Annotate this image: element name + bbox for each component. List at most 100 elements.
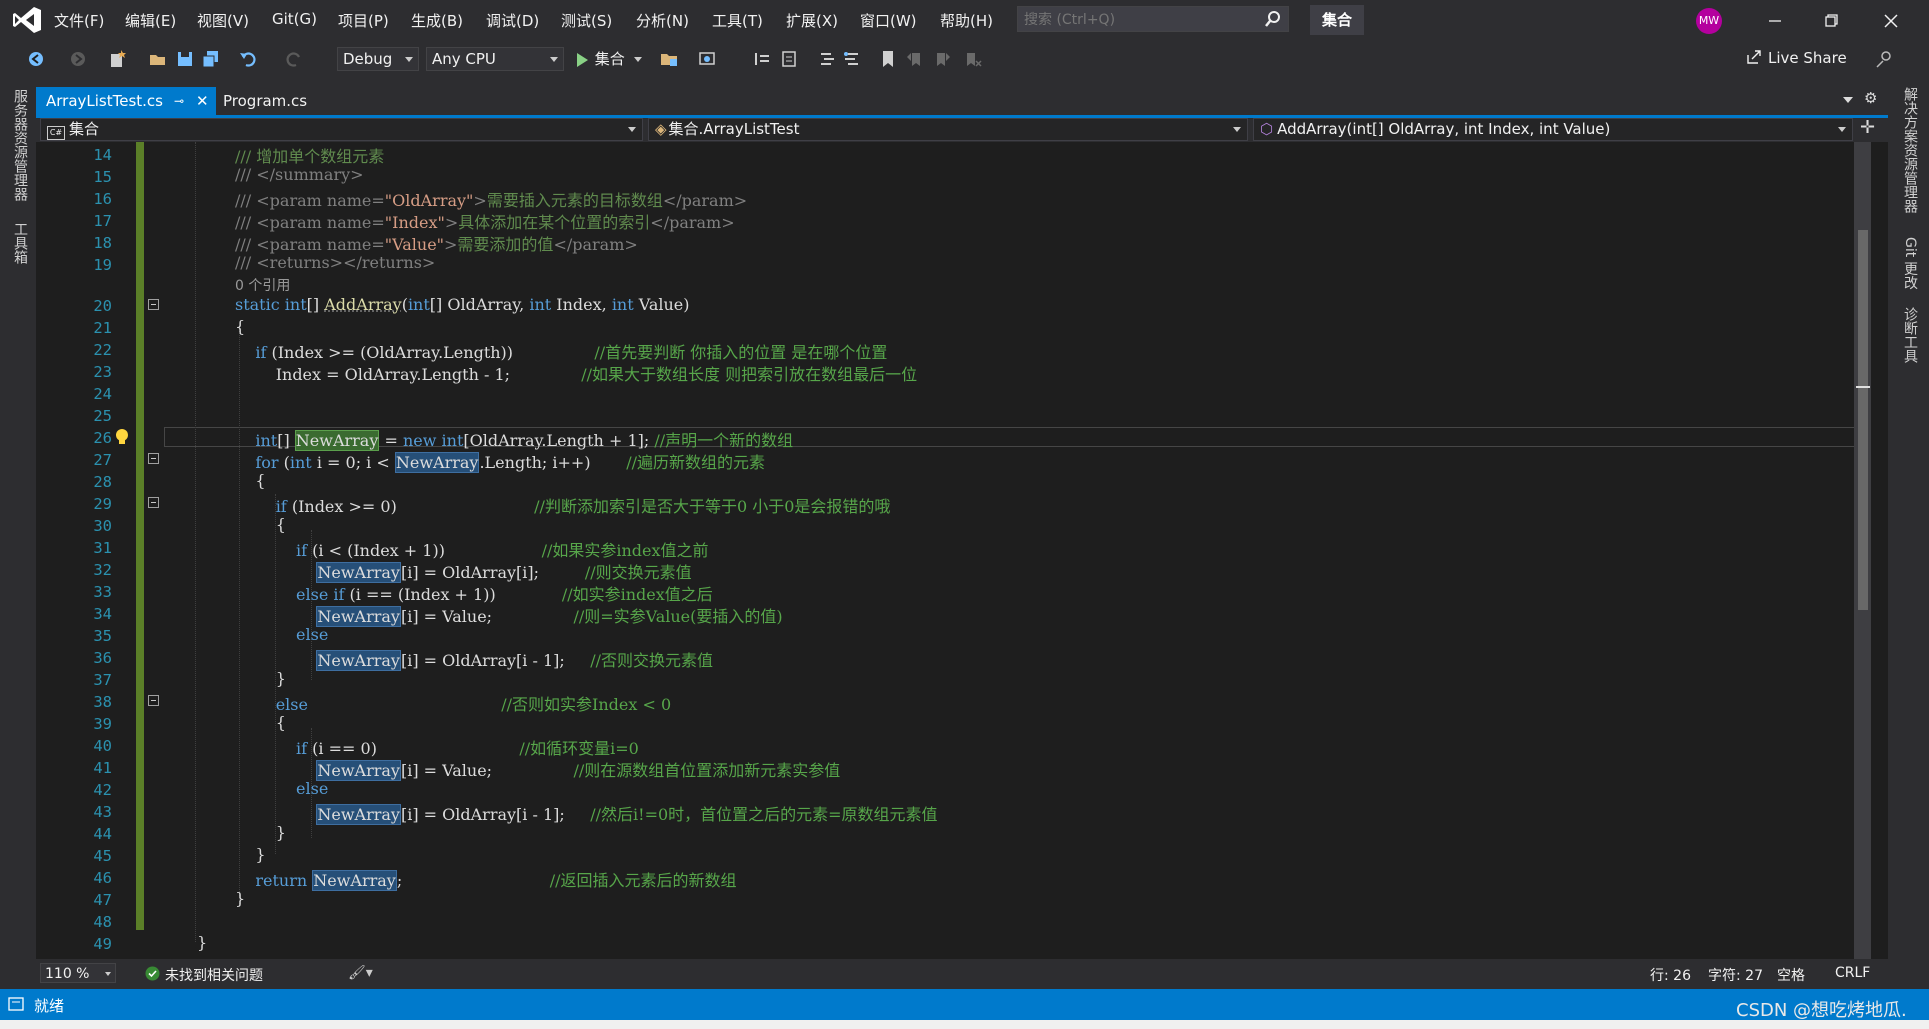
code-line-42: else <box>296 779 329 798</box>
line-number: 45 <box>93 847 112 865</box>
codelens-references[interactable]: 0 个引用 <box>235 275 290 295</box>
issues-status[interactable]: 未找到相关问题 <box>165 965 263 985</box>
code-line-32: NewArray[i] = OldArray[i]; //则交换元素值 <box>316 562 692 583</box>
git-changes-tab[interactable]: Git 更改 <box>1900 237 1920 290</box>
clear-bookmarks-icon[interactable] <box>962 49 982 69</box>
menu-project[interactable]: 项目(P) <box>338 10 389 31</box>
char-indicator[interactable]: 字符: 27 <box>1708 965 1763 985</box>
tab-program[interactable]: Program.cs <box>216 87 323 115</box>
visual-studio-logo-icon[interactable] <box>12 6 42 34</box>
start-debugging-button[interactable]: 集合 <box>574 47 642 71</box>
line-ending-indicator[interactable]: CRLF <box>1835 965 1870 981</box>
live-share-button[interactable]: Live Share <box>1746 49 1847 67</box>
collapse-region-icon[interactable] <box>148 299 159 310</box>
menu-git[interactable]: Git(G) <box>272 10 317 28</box>
collapse-region-icon[interactable] <box>148 695 159 706</box>
zoom-dropdown[interactable]: 110 % <box>40 963 116 983</box>
previous-bookmark-icon[interactable] <box>905 49 925 69</box>
zoom-value: 110 % <box>45 966 90 982</box>
tab-arraylisttest[interactable]: ArrayListTest.cs ⊸ ✕ <box>36 87 216 115</box>
screen-bottom-edge <box>0 1020 1929 1029</box>
minimize-icon[interactable] <box>1747 0 1803 41</box>
line-number: 17 <box>93 212 112 230</box>
play-icon <box>577 52 588 67</box>
line-indicator[interactable]: 行: 26 <box>1650 965 1691 985</box>
menu-help[interactable]: 帮助(H) <box>940 10 993 31</box>
no-issues-check-icon <box>145 966 160 981</box>
menu-build[interactable]: 生成(B) <box>411 10 463 31</box>
menu-tools[interactable]: 工具(T) <box>712 10 763 31</box>
close-icon[interactable] <box>1863 0 1919 41</box>
browser-link-icon[interactable] <box>697 49 717 69</box>
settings-gear-icon[interactable]: ⚙ <box>1864 89 1877 107</box>
menu-extensions[interactable]: 扩展(X) <box>786 10 838 31</box>
code-line-22: if (Index >= (OldArray.Length)) //首先要判断 … <box>255 343 888 362</box>
undo-icon[interactable] <box>238 49 258 69</box>
project-dropdown[interactable]: C# 集合 <box>40 118 643 141</box>
bookmark-icon[interactable] <box>878 49 898 69</box>
redo-icon[interactable] <box>284 49 304 69</box>
menu-view[interactable]: 视图(V) <box>197 10 249 31</box>
search-icon[interactable] <box>1264 10 1282 28</box>
line-number: 32 <box>93 561 112 579</box>
menu-debug[interactable]: 调试(D) <box>486 10 539 31</box>
solution-explorer-folder-icon[interactable] <box>659 49 679 69</box>
server-explorer-tab[interactable]: 服务器资源管理器 <box>10 89 30 201</box>
navigate-forward-icon[interactable] <box>68 49 88 69</box>
status-bar: 就绪 CSDN @想吃烤地瓜. <box>0 989 1929 1021</box>
param-desc: 需要添加的值 <box>457 235 554 254</box>
navigate-back-icon[interactable] <box>26 49 46 69</box>
menu-test[interactable]: 测试(S) <box>561 10 612 31</box>
new-project-icon[interactable] <box>107 49 127 69</box>
avatar[interactable]: MW <box>1696 8 1722 34</box>
step-into-icon[interactable] <box>779 49 799 69</box>
tab-list-dropdown-icon[interactable] <box>1843 97 1853 103</box>
collapse-region-icon[interactable] <box>148 453 159 464</box>
type-dropdown[interactable]: ◈ 集合.ArrayListTest <box>648 118 1248 141</box>
save-icon[interactable] <box>175 49 195 69</box>
menu-file[interactable]: 文件(F) <box>54 10 104 31</box>
uncomment-lines-icon[interactable] <box>842 49 862 69</box>
open-file-icon[interactable] <box>148 49 168 69</box>
code-line-37: } <box>235 669 286 688</box>
code-line-23: Index = OldArray.Length - 1; //如果大于数组长度 … <box>235 365 918 384</box>
code-line-44: } <box>235 823 286 842</box>
project-name: 集合 <box>69 120 100 138</box>
scrollbar-thumb[interactable] <box>1858 230 1868 610</box>
menu-window[interactable]: 窗口(W) <box>860 10 917 31</box>
solution-explorer-tab[interactable]: 解决方案资源管理器 <box>1900 87 1920 213</box>
feedback-icon[interactable] <box>1874 49 1894 69</box>
code-line-31: if (i < (Index + 1)) //如果实参index值之前 <box>296 541 709 560</box>
run-target-label: 集合 <box>594 50 625 68</box>
comment-lines-icon[interactable] <box>818 49 838 69</box>
close-tab-icon[interactable]: ✕ <box>196 87 209 115</box>
lightbulb-icon[interactable] <box>113 427 131 447</box>
comment: //遍历新数组的元素 <box>626 453 765 472</box>
member-dropdown[interactable]: ⬡ AddArray(int[] OldArray, int Index, int… <box>1253 118 1853 141</box>
toolbox-tab[interactable]: 工具箱 <box>10 222 30 264</box>
collapse-region-icon[interactable] <box>148 497 159 508</box>
next-bookmark-icon[interactable] <box>932 49 952 69</box>
platform-dropdown[interactable]: Any CPU <box>426 47 564 71</box>
line-number: 24 <box>93 385 112 403</box>
type-name: 集合.ArrayListTest <box>668 120 800 138</box>
menu-analyze[interactable]: 分析(N) <box>636 10 689 31</box>
chevron-down-icon[interactable] <box>633 57 642 62</box>
line-number: 19 <box>93 256 112 274</box>
diagnostic-tools-tab[interactable]: 诊断工具 <box>1900 307 1920 363</box>
code-cleanup-icon[interactable]: 🖌▾ <box>348 965 373 981</box>
whitespace-indicator[interactable]: 空格 <box>1777 965 1805 985</box>
search-box[interactable] <box>1017 6 1289 33</box>
search-input[interactable] <box>1022 7 1256 33</box>
line-number: 26 <box>93 429 112 447</box>
restore-icon[interactable] <box>1803 0 1859 41</box>
output-window-icon[interactable] <box>8 997 24 1011</box>
split-editor-icon[interactable]: ✛ <box>1860 117 1875 138</box>
comment: //否则交换元素值 <box>590 651 714 670</box>
configuration-dropdown[interactable]: Debug <box>337 47 419 71</box>
menu-edit[interactable]: 编辑(E) <box>125 10 176 31</box>
line-number: 21 <box>93 319 112 337</box>
save-all-icon[interactable] <box>201 49 221 69</box>
pin-icon[interactable]: ⊸ <box>174 87 184 115</box>
step-over-icon[interactable] <box>752 49 772 69</box>
